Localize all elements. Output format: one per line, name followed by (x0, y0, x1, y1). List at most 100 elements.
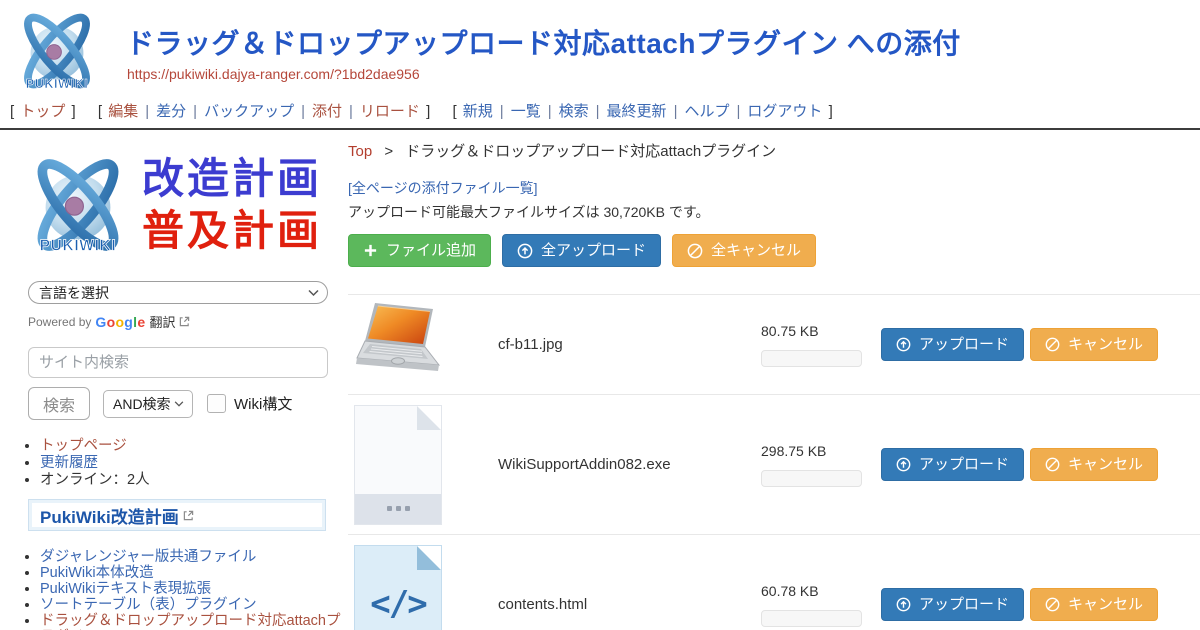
upload-button[interactable]: アップロード (881, 448, 1024, 481)
nav-item-new[interactable]: 新規 (463, 103, 493, 120)
file-row: cf-b11.jpg 80.75 KB アップロード (348, 295, 1200, 395)
upload-action-bar: ファイル追加 全アップロード 全キャンセル (348, 234, 1200, 267)
breadcrumb-home[interactable]: Top (348, 143, 372, 160)
search-button[interactable]: 検索 (28, 387, 90, 420)
sidebar-logo[interactable]: PUKIWIKI 改造計画 普及計画 (18, 145, 348, 265)
wiki-syntax-checkbox[interactable] (207, 394, 226, 413)
external-link-icon (179, 316, 190, 327)
powered-by-label: Powered by (28, 315, 91, 329)
all-attachments-link[interactable]: [全ページの添付ファイル一覧] (348, 178, 538, 198)
nav-item-help[interactable]: ヘルプ (684, 103, 729, 120)
main-content: Top > ドラッグ＆ドロップアップロード対応attachプラグイン [全ページ… (348, 130, 1200, 630)
nav-item-logout[interactable]: ログアウト (747, 103, 822, 120)
sidebar-item-sort-table[interactable]: ソートテーブル（表）プラグイン (40, 597, 257, 613)
generic-file-icon (354, 405, 442, 525)
upload-circle-icon (896, 457, 911, 472)
cancel-circle-icon (1045, 457, 1060, 472)
sidebar-item-body-mod[interactable]: PukiWiki本体改造 (40, 565, 154, 581)
nav-item-edit[interactable]: 編集 (108, 103, 138, 120)
nav-item-top[interactable]: トップ (20, 103, 65, 120)
pukiwiki-atom-logo[interactable]: PUKIWIKI (8, 6, 106, 96)
cancel-all-button[interactable]: 全キャンセル (672, 234, 816, 267)
file-size: 298.75 KB (761, 443, 881, 459)
nav-item-recent[interactable]: 最終更新 (607, 103, 667, 120)
sidebar-links-bottom: ダジャレンジャー版共通ファイル PukiWiki本体改造 PukiWikiテキス… (40, 549, 348, 630)
upload-label: アップロード (919, 456, 1009, 473)
progress-bar (761, 610, 862, 627)
add-file-label: ファイル追加 (386, 242, 476, 259)
page-fold (417, 546, 441, 570)
upload-button[interactable]: アップロード (881, 328, 1024, 361)
language-select[interactable]: 言語を選択 (28, 281, 328, 304)
chevron-down-icon (308, 289, 319, 296)
nav-item-reload[interactable]: リロード (360, 103, 420, 120)
cancel-label: キャンセル (1068, 456, 1143, 473)
online-count: オンライン：2人 (40, 472, 150, 488)
translate-label: 翻訳 (149, 312, 175, 331)
nav-separator: | (145, 103, 149, 120)
plus-icon (363, 243, 378, 258)
cancel-button[interactable]: キャンセル (1030, 448, 1158, 481)
file-size: 60.78 KB (761, 583, 881, 599)
nav-item-backup[interactable]: バックアップ (204, 103, 294, 120)
upload-button[interactable]: アップロード (881, 588, 1024, 621)
code-glyph: </> (355, 584, 441, 624)
google-translate-credit: Powered by Google 翻訳 (28, 312, 348, 331)
bracket: ] (426, 103, 430, 120)
upload-circle-icon (517, 243, 533, 259)
nav-separator: | (674, 103, 678, 120)
top-navigation: [ トップ ] [ 編集|差分|バックアップ|添付|リロード ] [ 新規|一覧… (0, 97, 1200, 130)
sidebar-item-toppage[interactable]: トップページ (40, 438, 127, 454)
cancel-button[interactable]: キャンセル (1030, 328, 1158, 361)
nav-item-list[interactable]: 一覧 (511, 103, 541, 120)
wiki-syntax-label: Wiki構文 (234, 393, 292, 414)
search-mode-value: AND検索 (113, 394, 171, 414)
list-item: トップページ (40, 438, 348, 455)
bracket: [ (10, 103, 14, 120)
sidebar-item-recent-changes[interactable]: 更新履歴 (40, 455, 98, 471)
pukiwiki-kaizou-link[interactable]: PukiWiki改造計画 (40, 503, 179, 528)
upload-all-label: 全アップロード (541, 242, 646, 259)
page-title: ドラッグ＆ドロップアップロード対応attachプラグイン への添付 (126, 22, 961, 62)
search-mode-select[interactable]: AND検索 (103, 390, 193, 418)
nav-group-site: [ 新規|一覧|検索|最終更新|ヘルプ|ログアウト ] (450, 103, 834, 120)
site-search-input[interactable] (28, 347, 328, 378)
breadcrumb-current: ドラッグ＆ドロップアップロード対応attachプラグイン (405, 143, 776, 160)
sidebar-item-common-files[interactable]: ダジャレンジャー版共通ファイル (40, 549, 256, 565)
add-file-button[interactable]: ファイル追加 (348, 234, 491, 267)
nav-item-diff[interactable]: 差分 (156, 103, 186, 120)
laptop-photo-thumbnail (354, 300, 444, 384)
external-link-icon (183, 510, 194, 521)
nav-separator: | (193, 103, 197, 120)
cancel-button[interactable]: キャンセル (1030, 588, 1158, 621)
sidebar-section-header: PukiWiki改造計画 (28, 499, 326, 531)
google-logo[interactable]: Google (95, 314, 145, 330)
bracket: ] (72, 103, 76, 120)
page-url-link[interactable]: https://pukiwiki.dajya-ranger.com/?1bd2d… (127, 66, 420, 82)
file-size: 80.75 KB (761, 323, 881, 339)
sidebar-item-text-ext[interactable]: PukiWikiテキスト表現拡張 (40, 581, 211, 597)
nav-item-search[interactable]: 検索 (559, 103, 589, 120)
cancel-label: キャンセル (1068, 336, 1143, 353)
nav-item-attach[interactable]: 添付 (312, 103, 342, 120)
progress-bar (761, 350, 862, 367)
slogan-line-1: 改造計画 (142, 153, 322, 205)
sidebar-item-dnd-attach[interactable]: ドラッグ＆ドロップアップロード対応attachプラグイン (40, 613, 341, 630)
sidebar-links-top: トップページ 更新履歴 オンライン：2人 (40, 438, 348, 489)
nav-group-top: [ トップ ] (8, 103, 78, 120)
html-file-icon: </> (354, 545, 442, 630)
upload-circle-icon (896, 337, 911, 352)
upload-file-list: cf-b11.jpg 80.75 KB アップロード (348, 294, 1200, 630)
bracket: ] (829, 103, 833, 120)
breadcrumb: Top > ドラッグ＆ドロップアップロード対応attachプラグイン (348, 142, 1200, 162)
upload-all-button[interactable]: 全アップロード (502, 234, 661, 267)
page-header: PUKIWIKI ドラッグ＆ドロップアップロード対応attachプラグイン への… (0, 0, 1200, 97)
max-upload-size-text: アップロード可能最大ファイルサイズは 30,720KB です。 (348, 202, 1200, 222)
nav-separator: | (736, 103, 740, 120)
file-row: WikiSupportAddin082.exe 298.75 KB アップロード (348, 395, 1200, 535)
cancel-label: キャンセル (1068, 596, 1143, 613)
upload-label: アップロード (919, 336, 1009, 353)
list-item: 更新履歴 (40, 455, 348, 472)
file-name: contents.html (498, 596, 761, 613)
pukiwiki-atom-icon: PUKIWIKI (18, 145, 138, 265)
